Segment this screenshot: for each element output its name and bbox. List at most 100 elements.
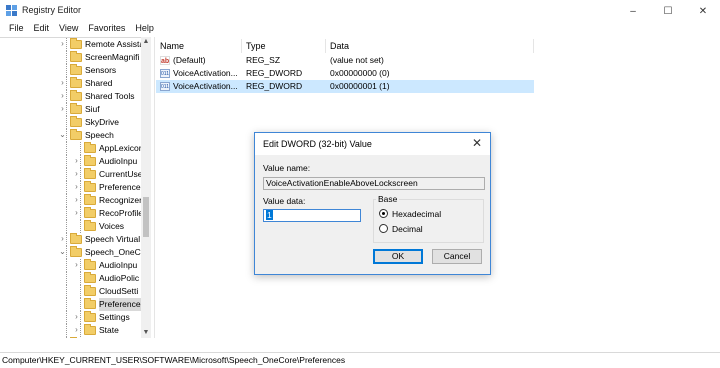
ok-button[interactable]: OK [373, 249, 423, 264]
expand-chevron-icon[interactable]: › [72, 260, 81, 270]
expand-chevron-icon[interactable]: › [72, 169, 81, 179]
collapse-chevron-icon[interactable]: ⌄ [58, 130, 67, 140]
tree-guide-line [66, 51, 67, 64]
tree-guide-line [80, 272, 81, 285]
tree-item[interactable]: › AudioInpu [0, 259, 141, 272]
scrollbar-thumb[interactable] [143, 197, 149, 237]
menu-edit[interactable]: Edit [29, 22, 55, 37]
tree-item[interactable]: AudioPolic [0, 272, 141, 285]
expand-chevron-icon[interactable]: › [72, 182, 81, 192]
tree-item[interactable]: ⌄ Speech_OneCo [0, 246, 146, 259]
string-value-icon: ab [160, 56, 170, 65]
value-data-input[interactable]: 1 [263, 209, 361, 222]
value-row[interactable]: 011 VoiceActivation... REG_DWORD 0x00000000… [156, 67, 534, 80]
column-header-name[interactable]: Name [156, 39, 242, 53]
value-type: REG_DWORD [246, 68, 303, 78]
status-bar: Computer\HKEY_CURRENT_USER\SOFTWARE\Micr… [0, 352, 720, 368]
expand-chevron-icon[interactable]: › [58, 39, 67, 49]
tree-item[interactable]: Preference [0, 298, 143, 311]
expand-chevron-icon[interactable]: › [58, 104, 67, 114]
status-path: Computer\HKEY_CURRENT_USER\SOFTWARE\Micr… [2, 355, 346, 365]
scroll-down-icon[interactable]: ▼ [141, 328, 151, 338]
registry-tree[interactable]: › Remote Assista ScreenMagnifi Sensors › Shar… [0, 37, 151, 338]
tree-item[interactable]: › Recognizer [0, 194, 142, 207]
tree-item[interactable]: Voices [0, 220, 141, 233]
tree-item-label: State [99, 325, 119, 335]
decimal-label[interactable]: Decimal [392, 224, 423, 234]
tree-item-label: AudioPolic [99, 273, 140, 283]
tree-item[interactable]: ScreenMagnifi [0, 51, 141, 64]
tree-item[interactable]: › Settings [0, 311, 141, 324]
value-name: (Default) [173, 55, 206, 65]
value-row[interactable]: ab (Default) REG_SZ (value not set) [156, 54, 534, 67]
menu-view[interactable]: View [54, 22, 83, 37]
dialog-title: Edit DWORD (32-bit) Value [263, 139, 372, 149]
tree-item-label: Shared Tools [85, 91, 135, 101]
hexadecimal-label[interactable]: Hexadecimal [392, 209, 441, 219]
minimize-button[interactable]: – [616, 0, 650, 22]
menu-bar: File Edit View Favorites Help [0, 22, 720, 37]
menu-file[interactable]: File [4, 22, 29, 37]
tree-item[interactable]: Sensors [0, 64, 141, 77]
column-header-type[interactable]: Type [242, 39, 326, 53]
tree-item[interactable]: › Remote Assista [0, 38, 144, 51]
pane-splitter[interactable] [151, 37, 155, 338]
expand-chevron-icon[interactable]: › [72, 325, 81, 335]
value-name-label: Value name: [263, 163, 311, 173]
expand-chevron-icon[interactable]: › [72, 156, 81, 166]
expand-chevron-icon[interactable]: › [58, 78, 67, 88]
maximize-button[interactable]: ☐ [651, 0, 685, 22]
collapse-chevron-icon[interactable]: ⌄ [58, 247, 67, 257]
tree-guide-line [66, 194, 67, 207]
value-type: REG_DWORD [246, 81, 303, 91]
tree-item-label: Recognizer [99, 195, 142, 205]
tree-guide-line [66, 311, 67, 324]
expand-chevron-icon[interactable]: › [58, 91, 67, 101]
tree-item[interactable]: › State [0, 324, 141, 337]
cancel-button[interactable]: Cancel [432, 249, 482, 264]
expand-chevron-icon[interactable]: › [72, 195, 81, 205]
scroll-up-icon[interactable]: ▲ [141, 37, 151, 47]
folder-icon [84, 220, 96, 231]
base-group [373, 199, 484, 243]
tree-item[interactable]: › Siuf [0, 103, 141, 116]
tree-scrollbar[interactable]: ▲ ▼ [141, 37, 151, 338]
tree-guide-line [66, 285, 67, 298]
tree-item-label: RecoProfile [99, 208, 143, 218]
expand-chevron-icon[interactable]: › [72, 208, 81, 218]
tree-item[interactable]: ›Spelling [0, 337, 141, 338]
menu-help[interactable]: Help [130, 22, 159, 37]
expand-chevron-icon[interactable]: › [72, 312, 81, 322]
tree-item[interactable]: SkyDrive [0, 116, 141, 129]
tree-item[interactable]: AppLexicon [0, 142, 143, 155]
hexadecimal-radio[interactable] [379, 209, 388, 218]
menu-favorites[interactable]: Favorites [83, 22, 130, 37]
close-button[interactable]: ✕ [686, 0, 720, 22]
tree-item[interactable]: › Preference [0, 181, 141, 194]
tree-item[interactable]: › RecoProfile [0, 207, 143, 220]
value-data: 0x00000000 (0) [330, 68, 390, 78]
tree-item-label: Sensors [85, 65, 117, 75]
value-row[interactable]: 011 VoiceActivation... REG_DWORD 0x00000001… [156, 80, 534, 93]
tree-item[interactable]: › Shared Tools [0, 90, 141, 103]
tree-guide-line [66, 207, 67, 220]
tree-item[interactable]: ⌄ Speech [0, 129, 141, 142]
folder-icon [84, 311, 96, 322]
decimal-radio[interactable] [379, 224, 388, 233]
tree-item[interactable]: › CurrentUse [0, 168, 142, 181]
folder-icon [84, 298, 96, 309]
close-icon: ✕ [471, 136, 483, 150]
value-data: 0x00000001 (1) [330, 81, 390, 91]
tree-item[interactable]: CloudSetti [0, 285, 141, 298]
folder-icon [70, 51, 82, 62]
column-header-data[interactable]: Data [326, 39, 534, 53]
tree-item[interactable]: › AudioInpu [0, 155, 141, 168]
tree-item[interactable]: › Shared [0, 77, 141, 90]
expand-chevron-icon[interactable]: › [58, 234, 67, 244]
tree-item[interactable]: › Speech Virtual [0, 233, 141, 246]
tree-guide-line [80, 285, 81, 298]
tree-item-label: Spelling [85, 337, 115, 338]
value-name-field: VoiceActivationEnableAboveLockscreen [263, 177, 485, 190]
dialog-close-button[interactable]: ✕ [470, 136, 484, 150]
tree-guide-line [66, 142, 67, 155]
